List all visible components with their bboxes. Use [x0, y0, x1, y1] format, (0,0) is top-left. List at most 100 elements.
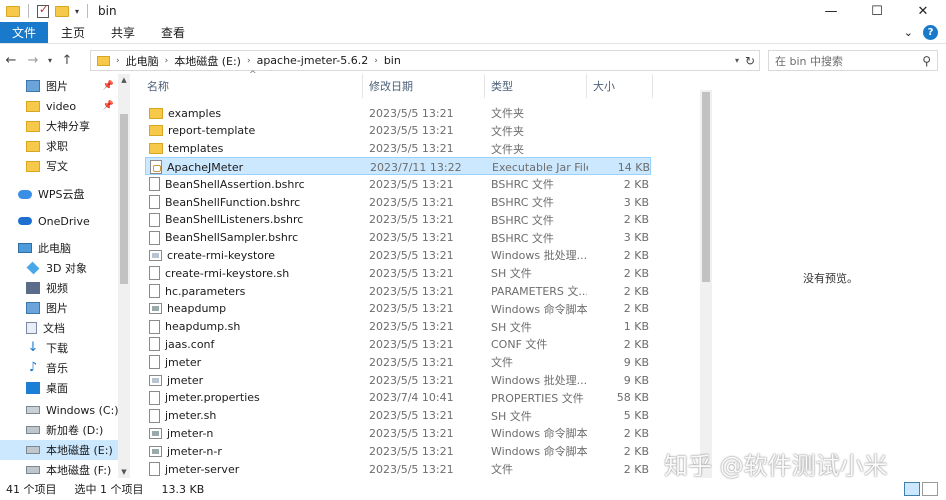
- nav-item-drive-e[interactable]: 本地磁盘 (E:): [0, 440, 118, 460]
- file-row[interactable]: jmeter-n 2023/5/5 13:21 Windows 命令脚本 2 KB: [145, 424, 651, 442]
- nav-item-pictures[interactable]: 图片: [0, 298, 118, 318]
- file-type-cell: 文件夹: [491, 142, 524, 156]
- 3d-objects-icon: [26, 261, 40, 275]
- tab-view[interactable]: 查看: [148, 22, 198, 43]
- chevron-right-icon[interactable]: ›: [247, 56, 251, 66]
- file-row[interactable]: examples 2023/5/5 13:21 文件夹: [145, 104, 651, 122]
- file-row[interactable]: jmeter.properties 2023/7/4 10:41 PROPERTIE…: [145, 389, 651, 407]
- nav-item-drive-c[interactable]: Windows (C:): [0, 400, 119, 420]
- chevron-right-icon[interactable]: ›: [374, 56, 378, 66]
- file-row[interactable]: BeanShellFunction.bshrc 2023/5/5 13:21 BSH…: [145, 193, 651, 211]
- file-row[interactable]: jmeter 2023/5/5 13:21 文件 9 KB: [145, 353, 651, 371]
- file-name-cell: BeanShellListeners.bshrc: [149, 211, 359, 229]
- this-pc-icon: [18, 243, 32, 253]
- nav-item-onedrive[interactable]: OneDrive: [0, 211, 118, 231]
- nav-item-video[interactable]: video 📌: [0, 96, 118, 116]
- nav-scrollbar[interactable]: ▲ ▼: [118, 74, 130, 478]
- file-type-cell: 文件夹: [491, 107, 524, 120]
- file-row[interactable]: create-rmi-keystore 2023/5/5 13:21 Windows…: [145, 246, 651, 264]
- scrollbar-thumb[interactable]: [702, 92, 710, 282]
- file-row[interactable]: jmeter-server 2023/5/5 13:21 文件 2 KB: [145, 460, 651, 478]
- chevron-right-icon[interactable]: ›: [165, 56, 169, 66]
- nav-item-desktop[interactable]: 桌面: [0, 378, 118, 398]
- file-row[interactable]: heapdump 2023/5/5 13:21 Windows 命令脚本 2 KB: [145, 300, 651, 318]
- file-row[interactable]: heapdump.sh 2023/5/5 13:21 SH 文件 1 KB: [145, 318, 651, 336]
- nav-item-wps-cloud[interactable]: WPS云盘: [0, 184, 118, 204]
- nav-item-pictures-quick[interactable]: 图片 📌: [0, 76, 118, 96]
- recent-locations-button[interactable]: ▾: [44, 56, 56, 65]
- file-row[interactable]: BeanShellAssertion.bshrc 2023/5/5 13:21 BS…: [145, 175, 651, 193]
- file-row[interactable]: BeanShellListeners.bshrc 2023/5/5 13:21 BS…: [145, 211, 651, 229]
- file-row[interactable]: jmeter.sh 2023/5/5 13:21 SH 文件 5 KB: [145, 407, 651, 425]
- nav-item-downloads[interactable]: ↓ 下载: [0, 338, 118, 358]
- search-input[interactable]: 在 bin 中搜索 ⚲: [768, 50, 938, 71]
- file-name-cell: jmeter-server: [149, 460, 359, 478]
- new-folder-icon[interactable]: [55, 5, 69, 17]
- file-name: jaas.conf: [165, 337, 215, 351]
- file-name: jmeter-server: [165, 462, 240, 476]
- file-explorer-window: ▾ bin — ☐ ✕ 文件 主页 共享 查看 ⌄ ? ← → ▾ ↑ › 此电…: [0, 0, 946, 500]
- list-scrollbar[interactable]: [700, 90, 712, 478]
- scrollbar-thumb[interactable]: [120, 114, 128, 284]
- column-date[interactable]: 修改日期: [363, 74, 485, 98]
- nav-item-this-pc[interactable]: 此电脑: [0, 238, 118, 258]
- minimize-button[interactable]: —: [808, 0, 854, 22]
- nav-item-3d-objects[interactable]: 3D 对象: [0, 258, 118, 278]
- nav-item-drive-d[interactable]: 新加卷 (D:): [0, 420, 118, 440]
- up-button[interactable]: ↑: [56, 53, 78, 68]
- breadcrumb-bin[interactable]: bin: [384, 54, 401, 67]
- file-row[interactable]: report-template 2023/5/5 13:21 文件夹: [145, 122, 651, 140]
- file-row[interactable]: BeanShellSampler.bshrc 2023/5/5 13:21 BSHR…: [145, 229, 651, 247]
- file-type-cell: CONF 文件: [491, 338, 548, 352]
- file-name-cell: jmeter: [149, 353, 359, 371]
- chevron-right-icon[interactable]: ›: [116, 56, 120, 66]
- file-row[interactable]: jaas.conf 2023/5/5 13:21 CONF 文件 2 KB: [145, 335, 651, 353]
- column-name[interactable]: 名称: [141, 74, 363, 98]
- scroll-down-icon[interactable]: ▼: [118, 468, 130, 476]
- maximize-button[interactable]: ☐: [854, 0, 900, 22]
- breadcrumb-drive-e[interactable]: 本地磁盘 (E:): [174, 53, 241, 69]
- details-view-icon[interactable]: [904, 482, 920, 496]
- column-size[interactable]: 大小: [587, 74, 653, 98]
- tab-file[interactable]: 文件: [0, 22, 49, 43]
- file-name-cell: jaas.conf: [149, 335, 359, 353]
- file-size-cell: 1 KB: [623, 320, 649, 334]
- chevron-down-icon[interactable]: ▾: [735, 56, 739, 65]
- forward-button[interactable]: →: [22, 53, 44, 68]
- file-size-cell: [585, 140, 649, 158]
- documents-icon: [26, 322, 37, 334]
- pictures-icon: [26, 302, 40, 314]
- tab-home[interactable]: 主页: [48, 22, 98, 43]
- file-size-cell: 5 KB: [623, 409, 649, 423]
- nav-item-documents[interactable]: 文档: [0, 318, 118, 338]
- file-row[interactable]: jmeter-n-r 2023/5/5 13:21 Windows 命令脚本 2 KB: [145, 442, 651, 460]
- nav-item-dashen[interactable]: 大神分享: [0, 116, 118, 136]
- tab-share[interactable]: 共享: [98, 22, 148, 43]
- nav-item-qiuzhi[interactable]: 求职: [0, 136, 118, 156]
- file-icon: [149, 462, 160, 476]
- properties-icon[interactable]: [37, 3, 49, 18]
- file-row[interactable]: jmeter 2023/5/5 13:21 Windows 批处理... 9 KB: [145, 371, 651, 389]
- nav-item-xiewen[interactable]: 写文: [0, 156, 118, 176]
- chevron-down-icon[interactable]: ▾: [75, 7, 79, 16]
- nav-item-videos[interactable]: 视频: [0, 278, 118, 298]
- address-bar[interactable]: › 此电脑 › 本地磁盘 (E:) › apache-jmeter-5.6.2 …: [90, 50, 760, 71]
- large-icons-view-icon[interactable]: [922, 482, 938, 496]
- folder-icon[interactable]: [6, 5, 20, 17]
- help-icon[interactable]: ?: [923, 25, 938, 40]
- breadcrumb-jmeter[interactable]: apache-jmeter-5.6.2: [257, 54, 369, 67]
- scroll-up-icon[interactable]: ▲: [118, 76, 130, 84]
- no-preview-text: 没有预览。: [803, 272, 858, 285]
- nav-item-drive-f[interactable]: 本地磁盘 (F:): [0, 460, 118, 480]
- column-type[interactable]: 类型: [485, 74, 587, 98]
- close-button[interactable]: ✕: [900, 0, 946, 22]
- expand-ribbon-icon[interactable]: ⌄: [904, 26, 913, 39]
- file-row[interactable]: create-rmi-keystore.sh 2023/5/5 13:21 SH 文…: [145, 264, 651, 282]
- refresh-icon[interactable]: ↻: [745, 54, 755, 68]
- back-button[interactable]: ←: [0, 53, 22, 68]
- breadcrumb-this-pc[interactable]: 此电脑: [126, 53, 159, 69]
- file-row[interactable]: hc.parameters 2023/5/5 13:21 PARAMETERS 文.…: [145, 282, 651, 300]
- file-row[interactable]: ApacheJMeter 2023/7/11 13:22 Executable Ja…: [145, 157, 651, 176]
- file-row[interactable]: templates 2023/5/5 13:21 文件夹: [145, 140, 651, 158]
- nav-item-music[interactable]: ♪ 音乐: [0, 358, 118, 378]
